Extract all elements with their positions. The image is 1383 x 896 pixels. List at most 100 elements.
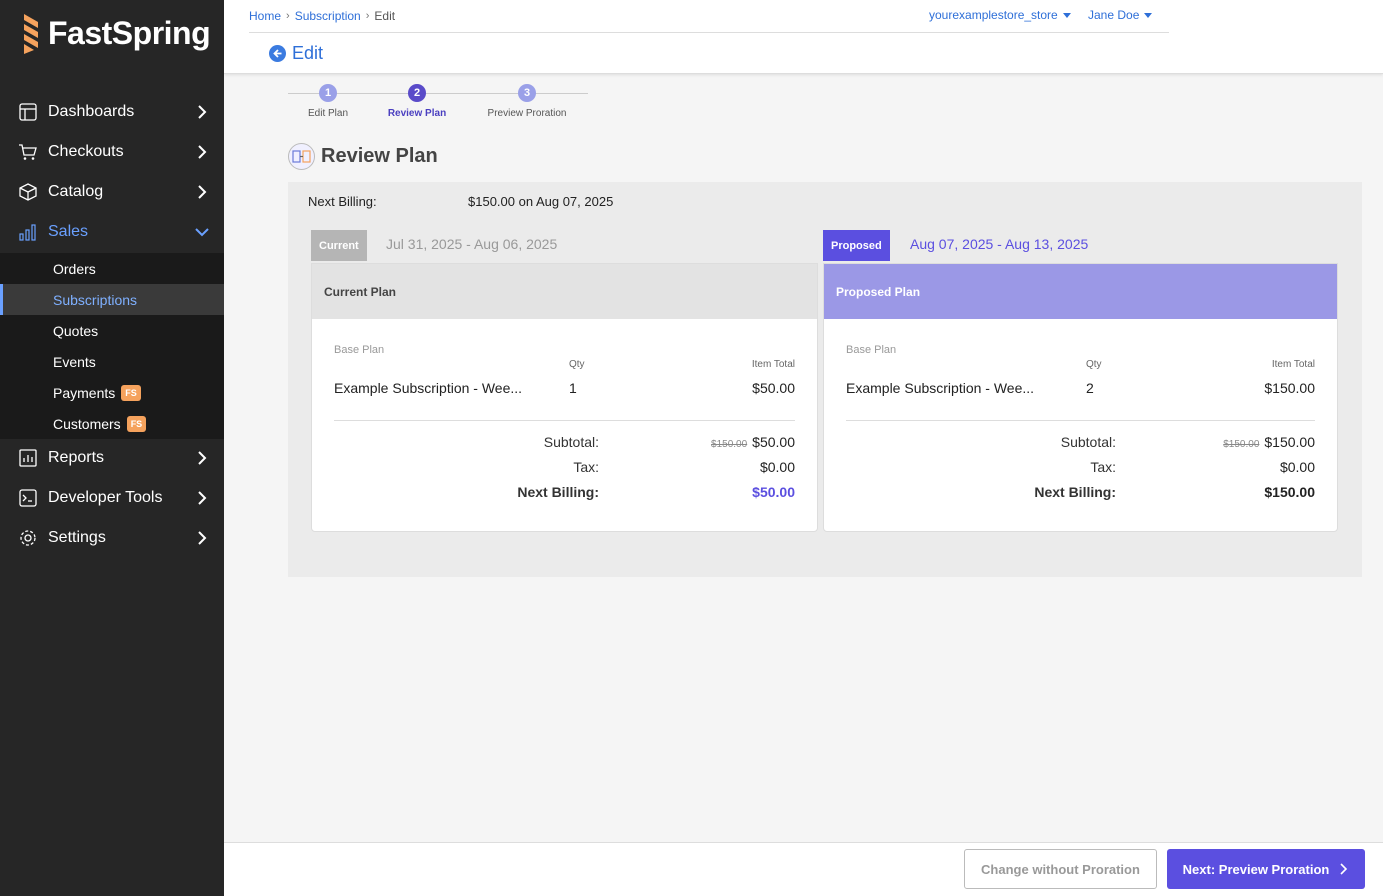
next-billing-total-label: Next Billing: xyxy=(517,484,599,500)
current-plan-card: Current Plan Base Plan Qty Item Total Ex… xyxy=(311,263,818,532)
review-panel: Next Billing: $150.00 on Aug 07, 2025 Cu… xyxy=(288,182,1362,577)
current-plan-body: Base Plan Qty Item Total Example Subscri… xyxy=(312,319,817,531)
fastspring-logo[interactable]: FastSpring xyxy=(20,10,211,56)
next-preview-proration-button[interactable]: Next: Preview Proration xyxy=(1167,849,1365,889)
chevron-right-icon: › xyxy=(286,10,290,22)
button-label: Next: Preview Proration xyxy=(1182,861,1330,877)
page-title: Review Plan xyxy=(288,143,438,170)
subtotal-value: $150.00 $150.00 xyxy=(1223,434,1315,450)
sidebar-item-label: Sales xyxy=(48,223,89,240)
fs-badge: FS xyxy=(126,415,147,432)
proposed-plan-title: Proposed Plan xyxy=(824,264,1337,319)
step-label: Edit Plan xyxy=(307,108,349,119)
subnav-item-customers[interactable]: Customers FS xyxy=(0,408,224,439)
chevron-right-icon xyxy=(198,105,207,119)
item-qty: 2 xyxy=(1086,380,1094,396)
sidebar-item-sales[interactable]: Sales xyxy=(0,212,224,252)
step-number: 2 xyxy=(408,84,426,102)
base-plan-label: Base Plan xyxy=(334,344,385,356)
item-total: $150.00 xyxy=(1264,380,1315,396)
current-date-range: Jul 31, 2025 - Aug 06, 2025 xyxy=(386,236,558,252)
next-billing-value: $150.00 on Aug 07, 2025 xyxy=(468,194,614,209)
subtotal-label: Subtotal: xyxy=(1060,434,1116,450)
qty-header: Qty xyxy=(569,359,585,370)
subtotal-value: $150.00 $50.00 xyxy=(711,434,795,450)
sidebar-item-settings[interactable]: Settings xyxy=(0,518,224,558)
summary-divider xyxy=(334,420,795,421)
next-billing-total-value: $50.00 xyxy=(752,484,795,500)
store-selector[interactable]: yourexamplestore_store xyxy=(929,8,1071,22)
back-label: Edit xyxy=(292,43,324,63)
sidebar-item-checkouts[interactable]: Checkouts xyxy=(0,132,224,172)
subnav-label: Events xyxy=(53,353,96,370)
gear-icon xyxy=(18,528,38,548)
fs-badge: FS xyxy=(121,384,141,401)
item-total-header: Item Total xyxy=(751,359,795,370)
sidebar-item-developer-tools[interactable]: Developer Tools xyxy=(0,478,224,518)
subnav-item-events[interactable]: Events xyxy=(0,346,224,377)
subtotal-label: Subtotal: xyxy=(543,434,599,450)
breadcrumb-subscription[interactable]: Subscription xyxy=(295,9,361,23)
summary-divider xyxy=(846,420,1315,421)
item-total: $50.00 xyxy=(752,380,795,396)
chevron-down-icon xyxy=(195,228,209,237)
subtotal-amount: $50.00 xyxy=(752,434,795,450)
sidebar-item-label: Checkouts xyxy=(48,143,124,160)
item-name: Example Subscription - Wee... xyxy=(334,380,523,396)
item-total-header: Item Total xyxy=(1271,359,1315,370)
chevron-right-icon xyxy=(198,491,207,505)
step-edit-plan[interactable]: 1 Edit Plan xyxy=(296,84,360,119)
page-title-text: Review Plan xyxy=(321,145,438,167)
breadcrumb-current: Edit xyxy=(374,9,396,23)
sidebar-item-reports[interactable]: Reports xyxy=(0,438,224,478)
subnav-label: Quotes xyxy=(53,322,99,339)
back-button[interactable]: Edit xyxy=(269,43,323,64)
tax-label: Tax: xyxy=(1090,459,1116,475)
step-label: Preview Proration xyxy=(487,108,567,119)
sidebar-item-label: Developer Tools xyxy=(48,489,163,506)
sidebar-item-catalog[interactable]: Catalog xyxy=(0,172,224,212)
subnav-item-orders[interactable]: Orders xyxy=(0,253,224,284)
step-review-plan[interactable]: 2 Review Plan xyxy=(380,84,454,119)
store-name: yourexamplestore_store xyxy=(929,8,1058,22)
caret-down-icon xyxy=(1062,12,1071,18)
subnav-item-quotes[interactable]: Quotes xyxy=(0,315,224,346)
sidebar-item-label: Settings xyxy=(48,529,106,546)
sales-subnav: Orders Subscriptions Quotes Events Payme… xyxy=(0,253,224,439)
sidebar-item-label: Catalog xyxy=(48,183,104,200)
current-plan-title: Current Plan xyxy=(312,264,817,319)
subnav-label: Orders xyxy=(53,260,96,277)
back-arrow-icon xyxy=(269,45,286,62)
proposed-tag: Proposed xyxy=(823,230,890,261)
chevron-right-icon xyxy=(1340,863,1348,875)
subnav-item-payments[interactable]: Payments FS xyxy=(0,377,224,408)
breadcrumb: Home › Subscription › Edit xyxy=(249,9,395,23)
subtotal-amount: $150.00 xyxy=(1264,434,1315,450)
cart-icon xyxy=(18,142,38,162)
sidebar-item-dashboards[interactable]: Dashboards xyxy=(0,92,224,132)
step-preview-proration[interactable]: 3 Preview Proration xyxy=(480,84,574,119)
chevron-right-icon xyxy=(198,145,207,159)
sidebar-item-label: Reports xyxy=(48,449,105,466)
review-plan-icon xyxy=(288,143,315,170)
base-plan-label: Base Plan xyxy=(846,344,897,356)
tax-label: Tax: xyxy=(573,459,599,475)
proposed-plan-card: Proposed Plan Base Plan Qty Item Total E… xyxy=(823,263,1338,532)
next-billing-total-value: $150.00 xyxy=(1264,484,1315,500)
logo-mark-icon xyxy=(24,14,38,54)
change-without-proration-button[interactable]: Change without Proration xyxy=(964,849,1157,889)
box-icon xyxy=(18,182,38,202)
terminal-icon xyxy=(18,488,38,508)
next-billing-label: Next Billing: xyxy=(308,194,377,209)
sidebar-item-label: Dashboards xyxy=(48,103,135,120)
proposed-plan-body: Base Plan Qty Item Total Example Subscri… xyxy=(824,319,1337,531)
step-number: 1 xyxy=(319,84,337,102)
progress-stepper: 1 Edit Plan 2 Review Plan 3 Preview Pror… xyxy=(288,82,588,122)
item-qty: 1 xyxy=(569,380,577,396)
dashboard-icon xyxy=(18,102,38,122)
user-menu[interactable]: Jane Doe xyxy=(1088,8,1153,22)
subnav-item-subscriptions[interactable]: Subscriptions xyxy=(0,284,224,315)
subnav-label: Payments xyxy=(53,384,116,401)
header-divider xyxy=(249,32,1169,33)
breadcrumb-home[interactable]: Home xyxy=(249,9,281,23)
